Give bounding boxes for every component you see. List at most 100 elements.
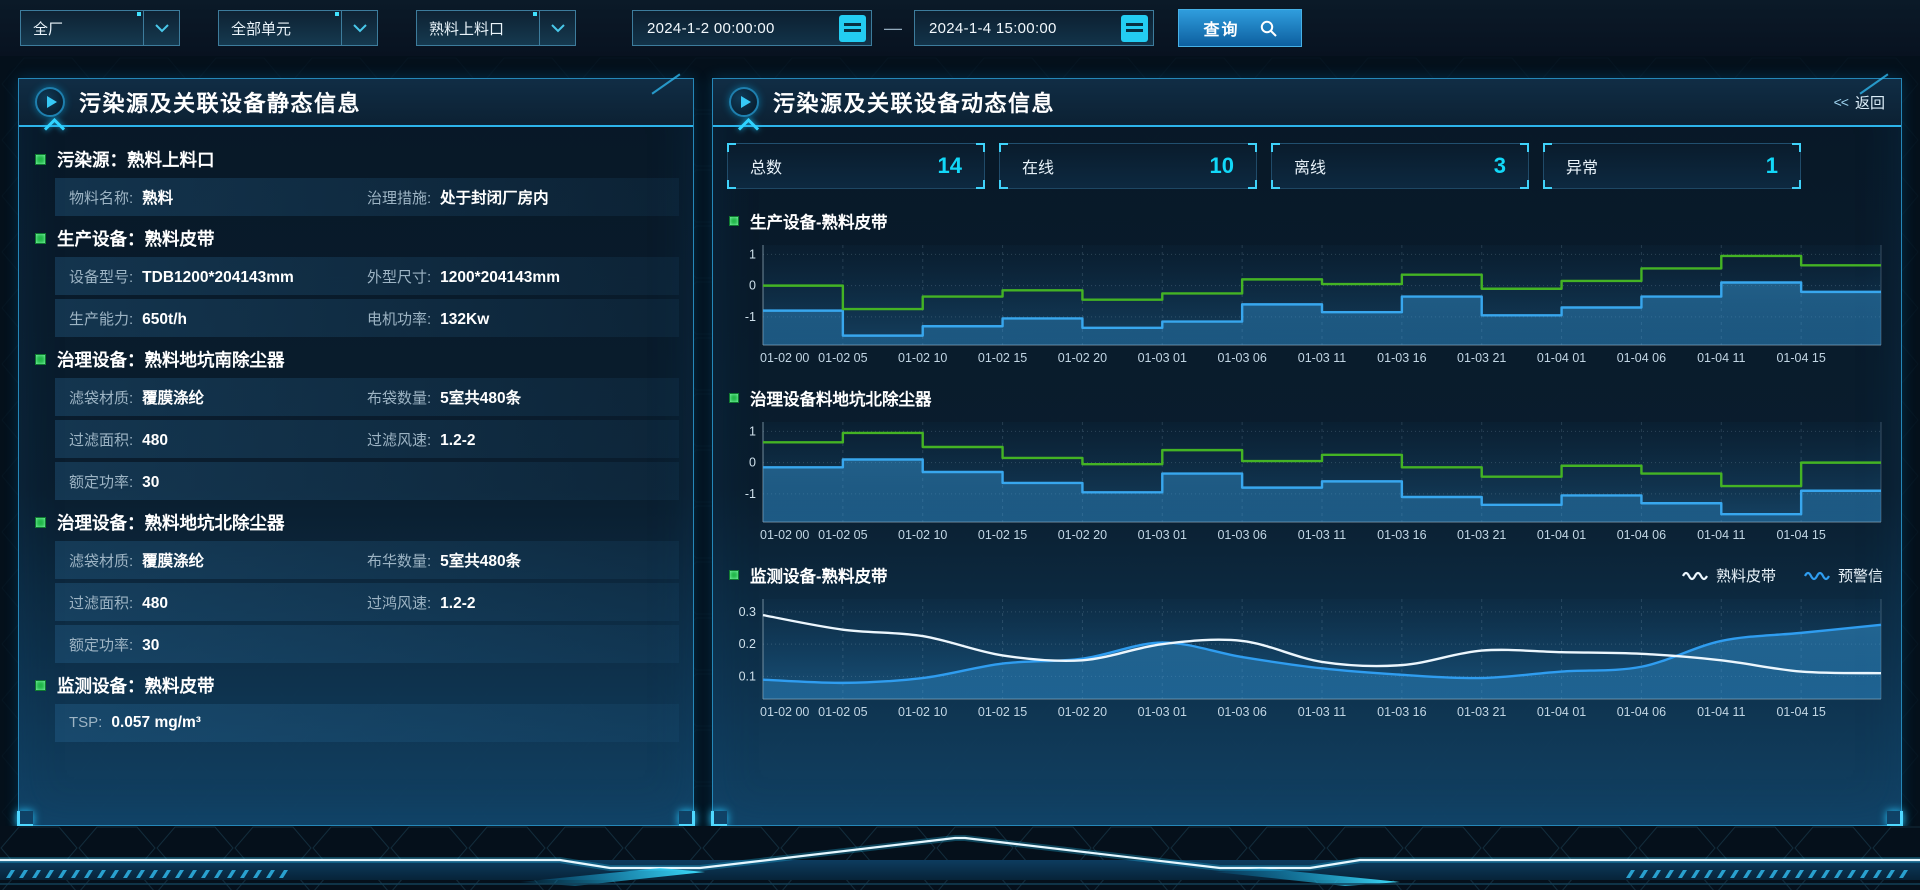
info-row: 设备型号: TDB1200*204143mm 外型尺寸: 1200*204143… bbox=[55, 257, 679, 295]
info-field-value: 132Kw bbox=[440, 311, 489, 329]
corner-accent bbox=[652, 73, 681, 94]
svg-text:01-04 11: 01-04 11 bbox=[1697, 528, 1745, 542]
section-heading-text: 治理设备：熟料地坑北除尘器 bbox=[57, 510, 285, 535]
back-button[interactable]: << 返回 bbox=[1834, 92, 1885, 113]
info-row: 过滤面积: 480 过滤风速: 1.2-2 bbox=[55, 420, 679, 458]
svg-text:01-03 21: 01-03 21 bbox=[1457, 351, 1506, 365]
corner-accent bbox=[1887, 811, 1903, 827]
corner-accent bbox=[679, 811, 695, 827]
stat-label: 异常 bbox=[1566, 154, 1598, 178]
svg-text:01-04 15: 01-04 15 bbox=[1776, 528, 1825, 542]
section-heading: 污染源：熟料上料口 bbox=[31, 141, 681, 178]
chart-canvas-wrap: 10-101-02 0001-02 0501-02 1001-02 1501-0… bbox=[727, 237, 1887, 374]
start-datetime-input[interactable]: 2024-1-2 00:00:00 bbox=[632, 10, 872, 46]
info-field-value: 30 bbox=[142, 474, 159, 492]
svg-text:01-02 05: 01-02 05 bbox=[818, 528, 867, 542]
chart-block-0: 生产设备-熟料皮带 10-101-02 0001-02 0501-02 1001… bbox=[727, 205, 1887, 374]
info-field: 治理措施: 处于封闭厂房内 bbox=[367, 186, 665, 208]
section-heading-text: 污染源：熟料上料口 bbox=[57, 147, 215, 172]
chevron-down-icon[interactable] bbox=[539, 11, 575, 45]
info-field-label: 滤袋材质: bbox=[69, 550, 133, 571]
stat-value: 10 bbox=[1210, 153, 1234, 179]
query-button-label: 查询 bbox=[1203, 16, 1239, 40]
info-field-value: 1.2-2 bbox=[440, 432, 475, 450]
back-button-label: 返回 bbox=[1855, 92, 1885, 113]
svg-text:0.2: 0.2 bbox=[739, 637, 756, 651]
chart-block-1: 治理设备料地坑北除尘器 10-101-02 0001-02 0501-02 10… bbox=[727, 382, 1887, 551]
info-field-label: 治理措施: bbox=[367, 187, 431, 208]
query-button[interactable]: 查询 bbox=[1178, 9, 1302, 47]
stat-label: 离线 bbox=[1294, 154, 1326, 178]
stat-card-0: 总数 14 bbox=[727, 143, 985, 189]
chart-title-row: 治理设备料地坑北除尘器 bbox=[727, 382, 1887, 414]
chart-title-row: 监测设备-熟料皮带 熟料皮带 预警信 bbox=[727, 559, 1887, 591]
svg-text:01-02 00: 01-02 00 bbox=[760, 351, 809, 365]
info-field-label: 额定功率: bbox=[69, 471, 133, 492]
date-range-group: 2024-1-2 00:00:00 — 2024-1-4 15:00:00 bbox=[632, 10, 1154, 46]
filter-selects: 全厂 全部单元 熟料上料口 bbox=[20, 10, 614, 46]
calendar-icon[interactable] bbox=[1121, 15, 1148, 42]
static-info-panel: 污染源及关联设备静态信息 污染源：熟料上料口 物料名称: 熟料 治理措施: 处于… bbox=[18, 78, 694, 826]
info-field: 过滤风速: 1.2-2 bbox=[367, 429, 665, 450]
select-value: 熟料上料口 bbox=[417, 18, 539, 39]
chevron-down-icon[interactable] bbox=[341, 11, 377, 45]
info-field-label: 滤袋材质: bbox=[69, 387, 133, 408]
svg-text:01-02 15: 01-02 15 bbox=[978, 528, 1027, 542]
svg-text:0: 0 bbox=[749, 456, 756, 470]
info-field-value: 熟料 bbox=[142, 186, 173, 208]
corner-accent bbox=[17, 811, 33, 827]
svg-text:01-03 01: 01-03 01 bbox=[1138, 351, 1187, 365]
calendar-icon[interactable] bbox=[839, 15, 866, 42]
chart-block-2: 监测设备-熟料皮带 熟料皮带 预警信 0.30.20.101-02 0001-0… bbox=[727, 559, 1887, 728]
info-field-value: 1.2-2 bbox=[440, 595, 475, 613]
svg-text:01-04 15: 01-04 15 bbox=[1776, 351, 1825, 365]
charts-area: 生产设备-熟料皮带 10-101-02 0001-02 0501-02 1001… bbox=[727, 205, 1887, 728]
green-square-icon bbox=[729, 393, 739, 403]
svg-text:01-03 06: 01-03 06 bbox=[1217, 528, 1266, 542]
svg-text:01-03 06: 01-03 06 bbox=[1217, 351, 1266, 365]
svg-text:01-04 06: 01-04 06 bbox=[1617, 528, 1666, 542]
svg-text:01-02 00: 01-02 00 bbox=[760, 528, 809, 542]
play-icon bbox=[729, 87, 759, 117]
info-field-label: TSP: bbox=[69, 714, 102, 731]
filter-select-1[interactable]: 全部单元 bbox=[218, 10, 378, 46]
info-field: TSP: 0.057 mg/m³ bbox=[69, 714, 367, 732]
info-field-value: 5室共480条 bbox=[440, 549, 521, 571]
svg-text:01-02 15: 01-02 15 bbox=[978, 351, 1027, 365]
info-field: 额定功率: 30 bbox=[69, 634, 367, 655]
svg-text:01-04 01: 01-04 01 bbox=[1537, 528, 1586, 542]
legend-label: 预警信 bbox=[1838, 565, 1883, 586]
info-field: 设备型号: TDB1200*204143mm bbox=[69, 266, 367, 287]
filter-select-2[interactable]: 熟料上料口 bbox=[416, 10, 576, 46]
chevron-down-icon[interactable] bbox=[143, 11, 179, 45]
info-field: 物料名称: 熟料 bbox=[69, 186, 367, 208]
info-field-value: 处于封闭厂房内 bbox=[440, 186, 549, 208]
info-field-label: 物料名称: bbox=[69, 187, 133, 208]
chart-title: 治理设备料地坑北除尘器 bbox=[750, 386, 932, 410]
filter-select-0[interactable]: 全厂 bbox=[20, 10, 180, 46]
svg-text:01-03 11: 01-03 11 bbox=[1298, 705, 1346, 719]
stat-card-3: 异常 1 bbox=[1543, 143, 1801, 189]
svg-text:01-02 05: 01-02 05 bbox=[818, 705, 867, 719]
end-datetime-input[interactable]: 2024-1-4 15:00:00 bbox=[914, 10, 1154, 46]
svg-text:01-03 21: 01-03 21 bbox=[1457, 705, 1506, 719]
chart-canvas-wrap: 10-101-02 0001-02 0501-02 1001-02 1501-0… bbox=[727, 414, 1887, 551]
svg-text:0.3: 0.3 bbox=[739, 605, 756, 619]
info-field: 布袋数量: 5室共480条 bbox=[367, 386, 665, 408]
svg-text:01-04 01: 01-04 01 bbox=[1537, 351, 1586, 365]
svg-text:-1: -1 bbox=[745, 310, 756, 324]
main-content: 污染源及关联设备静态信息 污染源：熟料上料口 物料名称: 熟料 治理措施: 处于… bbox=[0, 56, 1920, 826]
info-field-value: 5室共480条 bbox=[440, 386, 521, 408]
svg-text:01-02 10: 01-02 10 bbox=[898, 351, 947, 365]
svg-text:01-03 16: 01-03 16 bbox=[1377, 705, 1426, 719]
info-field-label: 过鸿风速: bbox=[367, 592, 431, 613]
legend-item: 熟料皮带 bbox=[1682, 565, 1776, 586]
wavy-line-icon bbox=[1682, 569, 1708, 581]
green-square-icon bbox=[35, 233, 46, 244]
svg-text:01-02 10: 01-02 10 bbox=[898, 705, 947, 719]
info-field-label: 外型尺寸: bbox=[367, 266, 431, 287]
dynamic-panel-header: 污染源及关联设备动态信息 << 返回 bbox=[713, 79, 1901, 127]
section-heading: 监测设备：熟料皮带 bbox=[31, 667, 681, 704]
svg-text:0: 0 bbox=[749, 279, 756, 293]
static-info-list: 污染源：熟料上料口 物料名称: 熟料 治理措施: 处于封闭厂房内 生产设备：熟料… bbox=[19, 127, 693, 742]
